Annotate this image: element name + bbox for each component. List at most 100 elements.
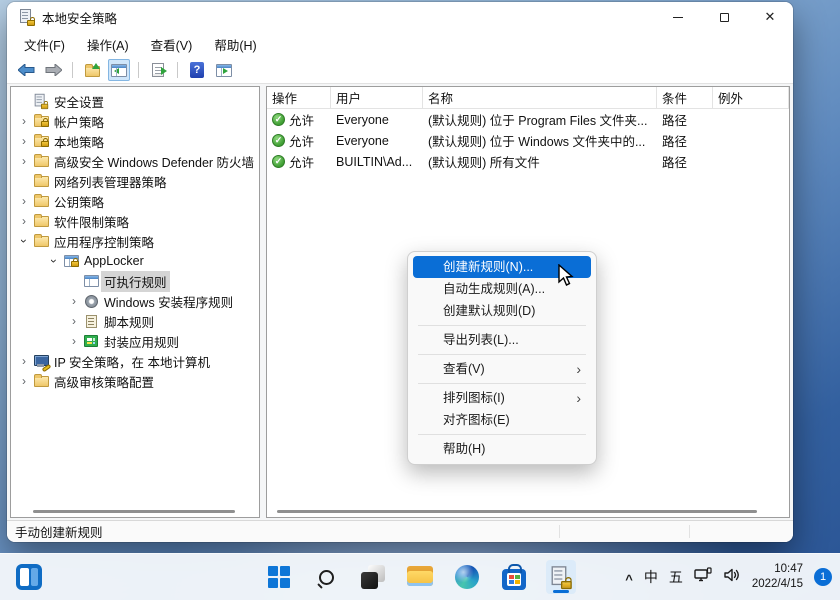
expander-icon[interactable] bbox=[17, 234, 31, 248]
tray-time: 10:47 bbox=[752, 562, 803, 577]
statusbar-separator bbox=[689, 525, 690, 538]
file-explorer-button[interactable] bbox=[405, 560, 435, 594]
tree-item-applocker[interactable]: AppLocker bbox=[11, 251, 259, 271]
toolbar: ? bbox=[7, 57, 793, 84]
local-security-policy-taskbar-button[interactable] bbox=[546, 560, 576, 594]
tree-item-security-settings[interactable]: 安全设置 bbox=[11, 91, 259, 111]
notification-badge[interactable]: 1 bbox=[814, 568, 832, 586]
task-view-button[interactable] bbox=[358, 560, 388, 594]
edge-button[interactable] bbox=[452, 560, 482, 594]
show-console-tree-button[interactable] bbox=[108, 59, 130, 81]
console-tree-pane: 安全设置 帐户策略 本地策略 高级安全 bbox=[10, 86, 260, 518]
toolbar-separator bbox=[72, 62, 73, 78]
tree-item-account-policies[interactable]: 帐户策略 bbox=[11, 111, 259, 131]
expander-icon[interactable] bbox=[67, 294, 81, 308]
table-header: 操作 用户 名称 条件 例外 bbox=[267, 87, 789, 109]
menu-item-create-default-rules[interactable]: 创建默认规则(D) bbox=[413, 300, 591, 322]
tree-item-app-control-policies[interactable]: 应用程序控制策略 bbox=[11, 231, 259, 251]
search-button[interactable] bbox=[311, 560, 341, 594]
menu-view[interactable]: 查看(V) bbox=[140, 32, 204, 57]
table-row[interactable]: ✓允许 Everyone (默认规则) 位于 Windows 文件夹中的... … bbox=[267, 130, 789, 151]
table-row[interactable]: ✓允许 Everyone (默认规则) 位于 Program Files 文件夹… bbox=[267, 109, 789, 130]
expander-icon[interactable] bbox=[17, 154, 31, 168]
minimize-button[interactable] bbox=[655, 2, 701, 32]
tree-item-public-key-policies[interactable]: 公钥策略 bbox=[11, 191, 259, 211]
tree-item-local-policies[interactable]: 本地策略 bbox=[11, 131, 259, 151]
maximize-button[interactable] bbox=[701, 2, 747, 32]
script-icon bbox=[81, 315, 101, 328]
export-list-button[interactable] bbox=[147, 59, 169, 81]
menu-item-export-list[interactable]: 导出列表(L)... bbox=[413, 329, 591, 351]
back-button[interactable] bbox=[15, 59, 37, 81]
start-button[interactable] bbox=[264, 560, 294, 594]
tree-item-executable-rules[interactable]: 可执行规则 bbox=[11, 271, 259, 291]
column-header-condition[interactable]: 条件 bbox=[657, 87, 713, 108]
folder-icon bbox=[31, 235, 51, 247]
help-button[interactable]: ? bbox=[186, 59, 208, 81]
expander-icon[interactable] bbox=[17, 374, 31, 388]
widgets-icon[interactable] bbox=[16, 564, 42, 590]
toolbar-separator bbox=[177, 62, 178, 78]
ime-language-indicator[interactable]: 中 bbox=[644, 567, 658, 587]
expander-icon[interactable] bbox=[17, 194, 31, 208]
expander-icon[interactable] bbox=[17, 214, 31, 228]
folder-up-icon bbox=[85, 66, 100, 77]
volume-icon[interactable] bbox=[723, 567, 741, 588]
title-bar[interactable]: 本地安全策略 ✕ bbox=[7, 2, 793, 32]
menu-action[interactable]: 操作(A) bbox=[76, 32, 140, 57]
folder-icon bbox=[31, 195, 51, 207]
tree-item-script-rules[interactable]: 脚本规则 bbox=[11, 311, 259, 331]
tree-horizontal-scrollbar[interactable] bbox=[33, 510, 235, 513]
expander-icon[interactable] bbox=[67, 334, 81, 348]
menu-separator bbox=[418, 383, 586, 384]
tree-item-packaged-app-rules[interactable]: 封装应用规则 bbox=[11, 331, 259, 351]
tree-item-network-list-manager[interactable]: 网络列表管理器策略 bbox=[11, 171, 259, 191]
search-icon bbox=[319, 570, 334, 585]
table-row[interactable]: ✓允许 BUILTIN\Ad... (默认规则) 所有文件 路径 bbox=[267, 151, 789, 172]
mouse-cursor bbox=[556, 264, 576, 293]
menu-separator bbox=[418, 325, 586, 326]
menu-file[interactable]: 文件(F) bbox=[13, 32, 76, 57]
expander-icon[interactable] bbox=[17, 354, 31, 368]
windows-logo-icon bbox=[268, 566, 290, 588]
network-icon[interactable] bbox=[694, 567, 712, 588]
system-tray: ^ 中 五 10:47 2022/4/15 1 bbox=[625, 554, 832, 600]
tree-item-software-restriction[interactable]: 软件限制策略 bbox=[11, 211, 259, 231]
new-window-button[interactable] bbox=[213, 59, 235, 81]
window-title: 本地安全策略 bbox=[42, 8, 117, 27]
expander-icon[interactable] bbox=[47, 254, 61, 268]
menu-item-help[interactable]: 帮助(H) bbox=[413, 438, 591, 460]
tray-overflow-chevron-icon[interactable]: ^ bbox=[625, 572, 633, 587]
tree-item-advanced-audit-policy[interactable]: 高级审核策略配置 bbox=[11, 371, 259, 391]
expander-icon[interactable] bbox=[67, 314, 81, 328]
console-icon bbox=[81, 275, 101, 287]
edge-icon bbox=[455, 565, 479, 589]
microsoft-store-button[interactable] bbox=[499, 560, 529, 594]
menu-bar: 文件(F) 操作(A) 查看(V) 帮助(H) bbox=[7, 32, 793, 57]
up-one-level-button[interactable] bbox=[81, 59, 103, 81]
clock[interactable]: 10:47 2022/4/15 bbox=[752, 562, 803, 592]
menu-item-line-up-icons[interactable]: 对齐图标(E) bbox=[413, 409, 591, 431]
menu-item-arrange-icons[interactable]: 排列图标(I) bbox=[413, 387, 591, 409]
tree-item-windows-installer-rules[interactable]: Windows 安装程序规则 bbox=[11, 291, 259, 311]
folder-icon bbox=[31, 215, 51, 227]
forward-button[interactable] bbox=[42, 59, 64, 81]
tree-item-ip-security-policies[interactable]: IP 安全策略，在 本地计算机 bbox=[11, 351, 259, 371]
expander-icon[interactable] bbox=[17, 134, 31, 148]
expander-icon[interactable] bbox=[17, 114, 31, 128]
console-lock-icon bbox=[61, 255, 81, 267]
column-header-user[interactable]: 用户 bbox=[331, 87, 423, 108]
column-header-action[interactable]: 操作 bbox=[267, 87, 331, 108]
menu-item-view[interactable]: 查看(V) bbox=[413, 358, 591, 380]
column-header-exception[interactable]: 例外 bbox=[713, 87, 789, 108]
main-area: 安全设置 帐户策略 本地策略 高级安全 bbox=[7, 84, 793, 520]
menu-help[interactable]: 帮助(H) bbox=[203, 32, 267, 57]
column-header-name[interactable]: 名称 bbox=[423, 87, 657, 108]
app-icon bbox=[20, 9, 34, 25]
tree-item-firewall[interactable]: 高级安全 Windows Defender 防火墙 bbox=[11, 151, 259, 171]
ime-mode-indicator[interactable]: 五 bbox=[669, 567, 683, 587]
security-root-icon bbox=[31, 93, 51, 109]
list-horizontal-scrollbar[interactable] bbox=[277, 510, 757, 513]
close-button[interactable]: ✕ bbox=[747, 2, 793, 32]
menu-separator bbox=[418, 434, 586, 435]
